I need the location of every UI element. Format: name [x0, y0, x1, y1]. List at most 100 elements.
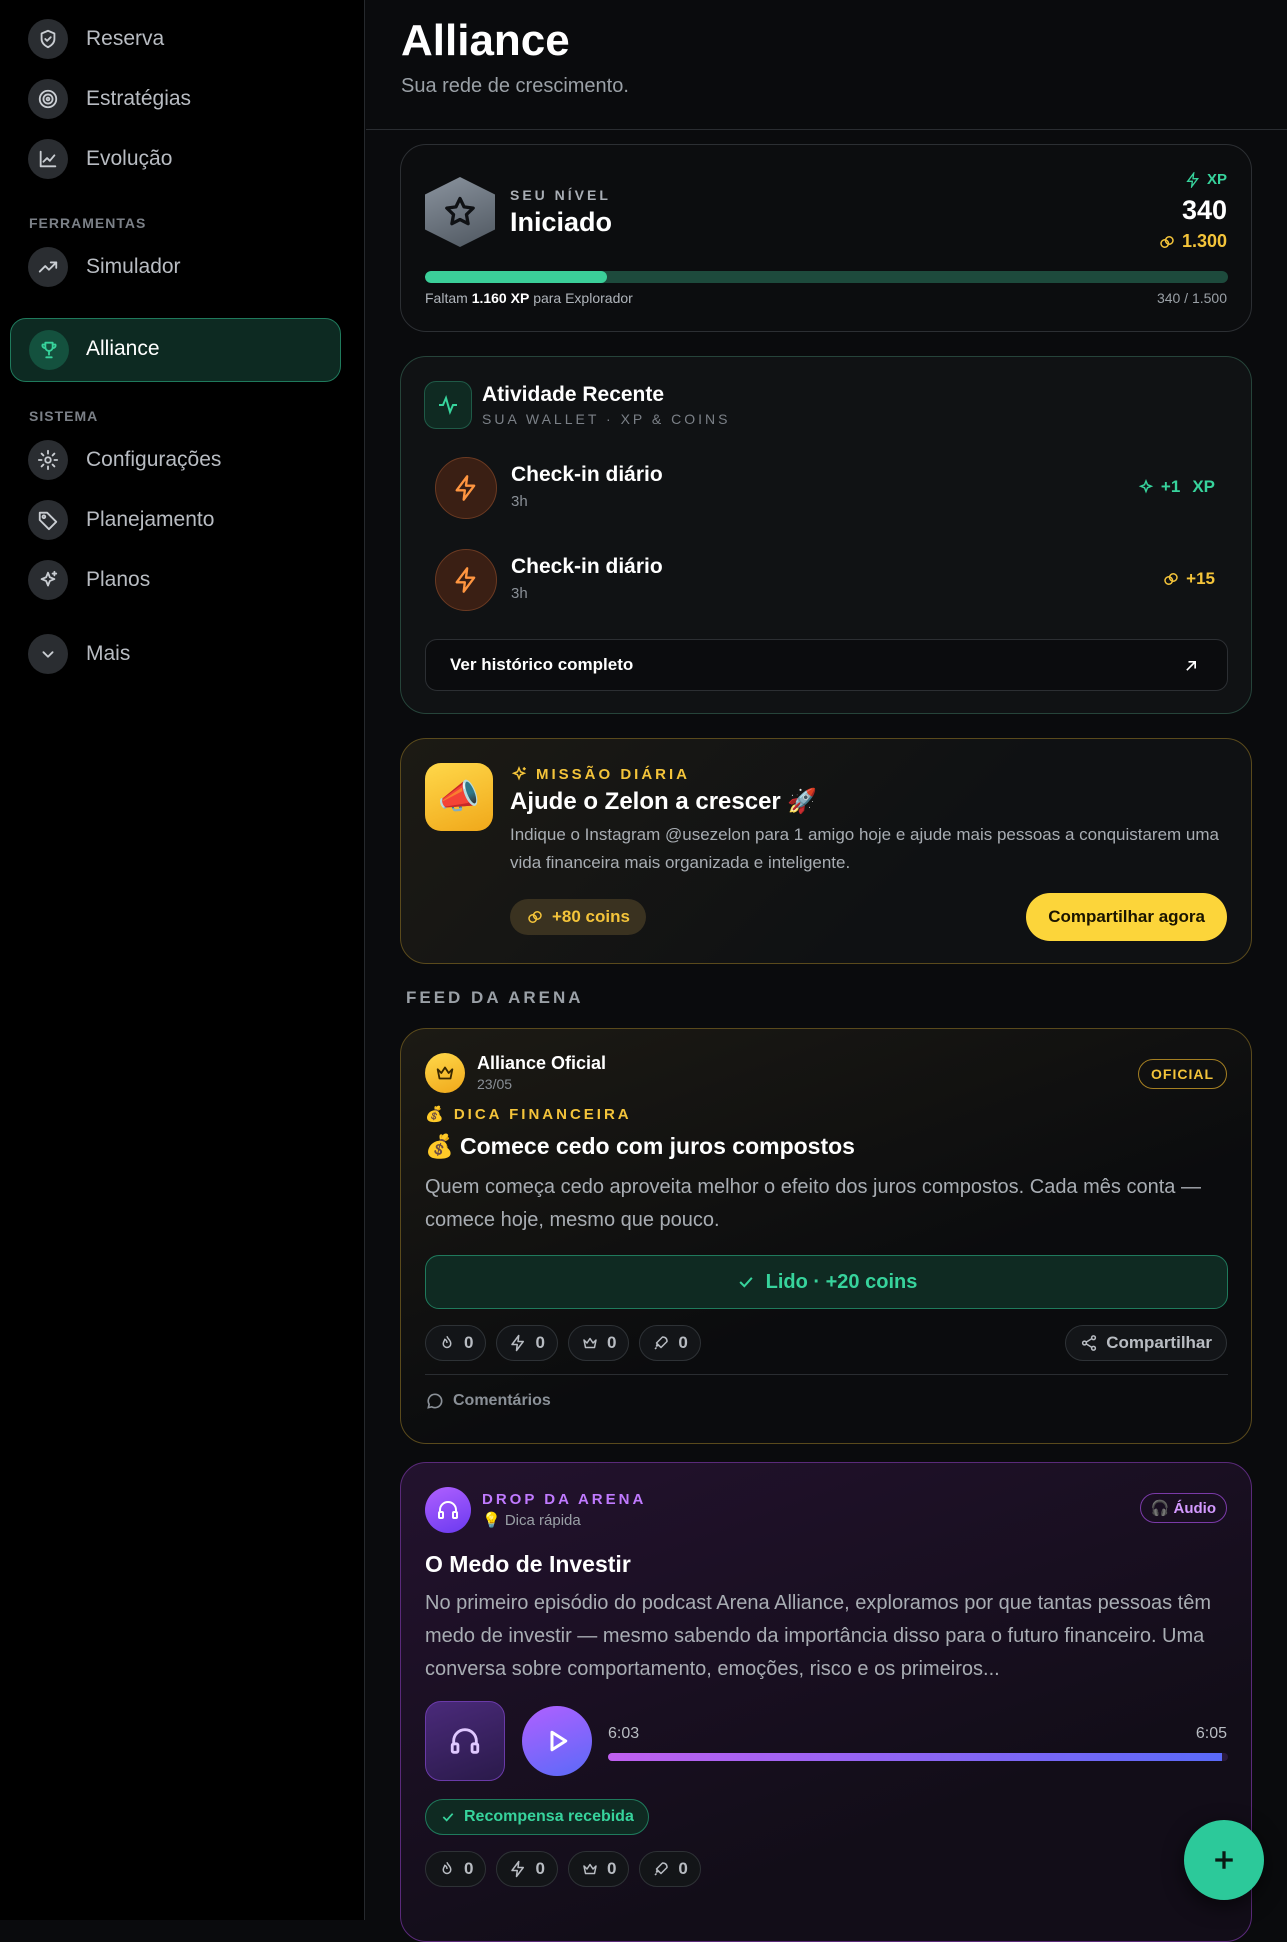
- post-text: No primeiro episódio do podcast Arena Al…: [425, 1592, 1212, 1680]
- sidebar-item-label: Mais: [86, 642, 131, 665]
- history-button[interactable]: Ver histórico completo: [425, 639, 1228, 691]
- page-header: Alliance Sua rede de crescimento.: [366, 0, 1287, 130]
- arrow-up-right-icon: [1186, 661, 1196, 671]
- sparkles-icon: [511, 765, 527, 781]
- reaction-count: 0: [606, 1859, 617, 1878]
- sparkles-icon: [1138, 478, 1154, 494]
- official-badge: OFICIAL: [1138, 1059, 1227, 1089]
- bolt-icon: [511, 1860, 525, 1878]
- sidebar-item-planos[interactable]: Planos: [28, 556, 150, 604]
- feed-post-official: Alliance Oficial 23/05 OFICIAL 💰 DICA FI…: [400, 1028, 1252, 1444]
- daily-mission-card: 📣 MISSÃO DIÁRIA Ajude o Zelon a crescer …: [400, 738, 1252, 964]
- check-icon: [739, 1277, 753, 1288]
- plus-icon: [1215, 1851, 1233, 1869]
- bolt-icon: [435, 457, 497, 519]
- headphones-icon: [425, 1487, 471, 1533]
- trophy-icon: [29, 330, 69, 370]
- gear-icon: [28, 440, 68, 480]
- sidebar-item-label: Evolução: [86, 147, 173, 170]
- reward-unit: XP: [1192, 477, 1215, 496]
- line-chart-icon: [28, 139, 68, 179]
- target-icon: [28, 79, 68, 119]
- post-text: Quem começa cedo aproveita melhor o efei…: [425, 1176, 1201, 1231]
- comments-link[interactable]: Comentários: [425, 1391, 551, 1411]
- sidebar-item-evolucao[interactable]: Evolução: [28, 135, 172, 183]
- remaining-prefix: Faltam: [425, 290, 468, 306]
- mission-reward-text: +80 coins: [552, 907, 630, 926]
- megaphone-icon: 📣: [425, 763, 493, 831]
- page-subtitle: Sua rede de crescimento.: [401, 75, 629, 97]
- level-progress-fill: [425, 271, 608, 283]
- xp-label: XP: [1185, 171, 1227, 188]
- section-label-tools: FERRAMENTAS: [29, 215, 147, 231]
- sidebar-item-mais[interactable]: Mais: [28, 630, 130, 678]
- sidebar-item-alliance[interactable]: Alliance: [10, 318, 341, 382]
- activity-row-reward: +15: [1162, 569, 1215, 589]
- post-title: O Medo de Investir: [425, 1551, 631, 1577]
- post-tag: 💰 DICA FINANCEIRA: [425, 1106, 632, 1123]
- reaction-bolt[interactable]: 0: [496, 1325, 558, 1361]
- reaction-bolt[interactable]: 0: [496, 1851, 558, 1887]
- comment-icon: [427, 1393, 443, 1409]
- mission-reward-badge: +80 coins: [510, 899, 646, 935]
- chevron-down-icon: [28, 634, 68, 674]
- shield-icon: [28, 19, 68, 59]
- sidebar-item-reserva[interactable]: Reserva: [28, 15, 164, 63]
- bolt-icon: [511, 1334, 525, 1352]
- section-label-system: SISTEMA: [29, 408, 99, 424]
- flame-icon: [442, 1862, 452, 1875]
- read-button[interactable]: Lido · +20 coins: [425, 1255, 1228, 1309]
- xp-value: 340: [1181, 195, 1227, 225]
- reaction-count: 0: [464, 1859, 474, 1878]
- reaction-rocket[interactable]: 0: [639, 1325, 701, 1361]
- activity-subtitle: SUA WALLET · XP & COINS: [482, 411, 731, 427]
- sidebar-item-configuracoes[interactable]: Configurações: [28, 436, 221, 484]
- level-card: SEU NÍVEL Iniciado XP 340 1.300 Faltam 1…: [400, 144, 1252, 332]
- reaction-count: 0: [535, 1859, 545, 1878]
- sidebar-item-estrategias[interactable]: Estratégias: [28, 75, 191, 123]
- reaction-bar: 0 0 0 0: [425, 1325, 701, 1361]
- feed-label: FEED DA ARENA: [406, 988, 584, 1007]
- reaction-count: 0: [606, 1333, 617, 1352]
- activity-row-title: Check-in diário: [511, 463, 663, 486]
- page-title: Alliance: [401, 16, 570, 65]
- comments-label: Comentários: [453, 1392, 551, 1409]
- remaining-amount: 1.160 XP: [471, 290, 530, 306]
- post-author: Alliance Oficial: [477, 1053, 607, 1073]
- level-remaining: Faltam 1.160 XP para Explorador: [425, 290, 633, 306]
- reaction-rocket[interactable]: 0: [639, 1851, 701, 1887]
- audio-progress-fill: [608, 1753, 1222, 1761]
- drop-tag: DROP DA ARENA: [482, 1491, 647, 1508]
- audio-total-time: 6:05: [1195, 1725, 1227, 1742]
- bolt-icon: [435, 549, 497, 611]
- reaction-crown[interactable]: 0: [567, 1325, 630, 1361]
- reaction-count: 0: [464, 1333, 474, 1352]
- sidebar-item-simulador[interactable]: Simulador: [28, 243, 181, 291]
- coins-icon: [1160, 235, 1174, 248]
- post-date: 23/05: [477, 1076, 513, 1092]
- sidebar-item-label: Estratégias: [86, 87, 192, 110]
- divider: [425, 1374, 1228, 1375]
- share-button[interactable]: Compartilhar: [1065, 1325, 1227, 1361]
- level-progress-text: 340 / 1.500: [1156, 290, 1227, 306]
- history-button-label: Ver histórico completo: [450, 655, 634, 674]
- main-content: Alliance Sua rede de crescimento. SEU NÍ…: [366, 0, 1287, 1942]
- activity-pulse-icon: [424, 381, 472, 429]
- audio-progress-bar[interactable]: [608, 1753, 1228, 1761]
- crown-icon: [425, 1053, 465, 1093]
- reaction-fire[interactable]: 0: [425, 1851, 487, 1887]
- share-now-button[interactable]: Compartilhar agora: [1026, 893, 1227, 941]
- sidebar-item-label: Simulador: [86, 255, 181, 278]
- reaction-fire[interactable]: 0: [425, 1325, 487, 1361]
- mission-description: Indique o Instagram @usezelon para 1 ami…: [510, 825, 1220, 872]
- reaction-crown[interactable]: 0: [567, 1851, 630, 1887]
- reaction-bar: 0 0 0 0: [425, 1851, 701, 1887]
- sidebar-item-label: Reserva: [86, 27, 165, 50]
- mission-tag-text: MISSÃO DIÁRIA: [536, 765, 691, 783]
- crown-icon: [583, 1863, 597, 1875]
- add-button[interactable]: [1184, 1820, 1264, 1900]
- play-button[interactable]: [522, 1706, 592, 1776]
- sidebar-item-planejamento[interactable]: Planejamento: [28, 496, 214, 544]
- level-caption: SEU NÍVEL: [510, 187, 611, 203]
- check-icon: [442, 1813, 454, 1822]
